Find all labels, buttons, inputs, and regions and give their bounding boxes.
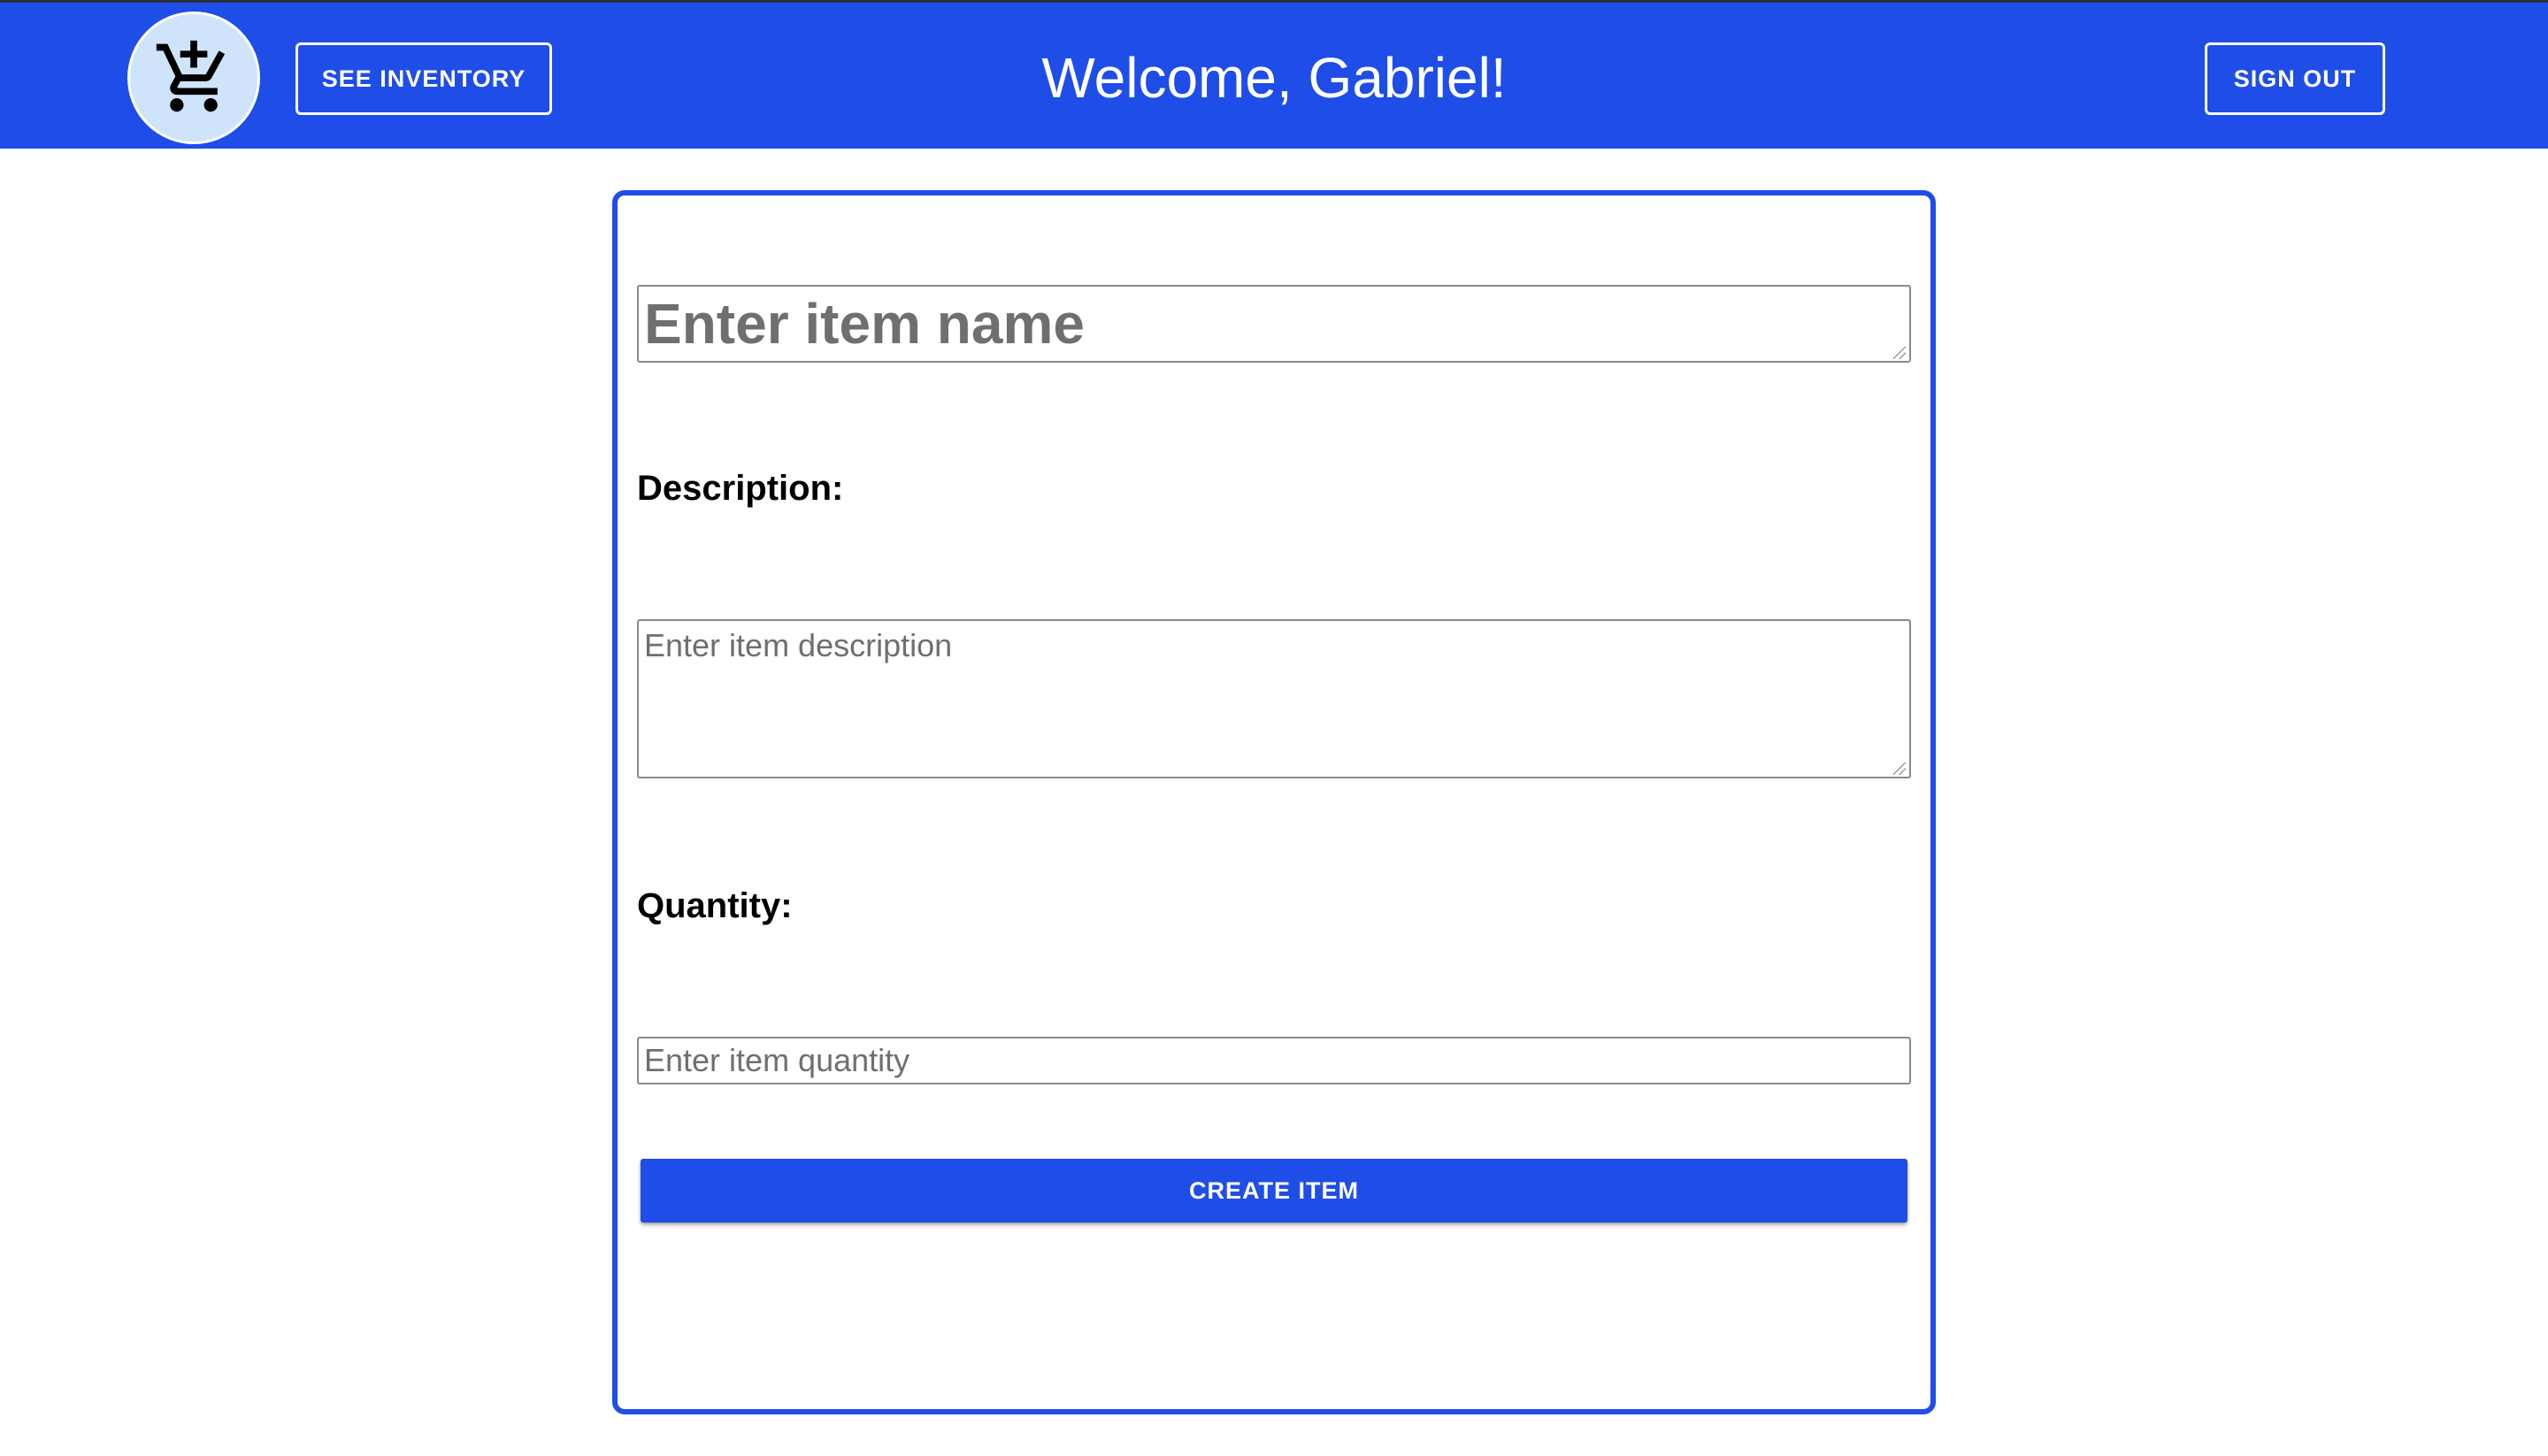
item-quantity-field[interactable]: Enter item quantity [637,1037,1911,1084]
logo[interactable] [127,11,260,144]
create-item-button[interactable]: CREATE ITEM [641,1159,1907,1222]
create-item-card [612,190,1936,1414]
item-name-field[interactable]: Enter item name [637,285,1911,363]
shopping-cart-alert-icon [156,40,226,112]
app-header: SEE INVENTORY Welcome, Gabriel! SIGN OUT [0,3,2548,149]
sign-out-button[interactable]: SIGN OUT [2205,42,2385,115]
resize-handle-icon[interactable] [1893,762,1906,775]
see-inventory-button[interactable]: SEE INVENTORY [295,42,552,115]
resize-handle-icon[interactable] [1893,347,1906,359]
description-label: Description: [637,469,844,508]
item-description-field[interactable]: Enter item description [637,619,1911,778]
page-title: Welcome, Gabriel! [1041,46,1507,110]
quantity-label: Quantity: [637,886,793,925]
